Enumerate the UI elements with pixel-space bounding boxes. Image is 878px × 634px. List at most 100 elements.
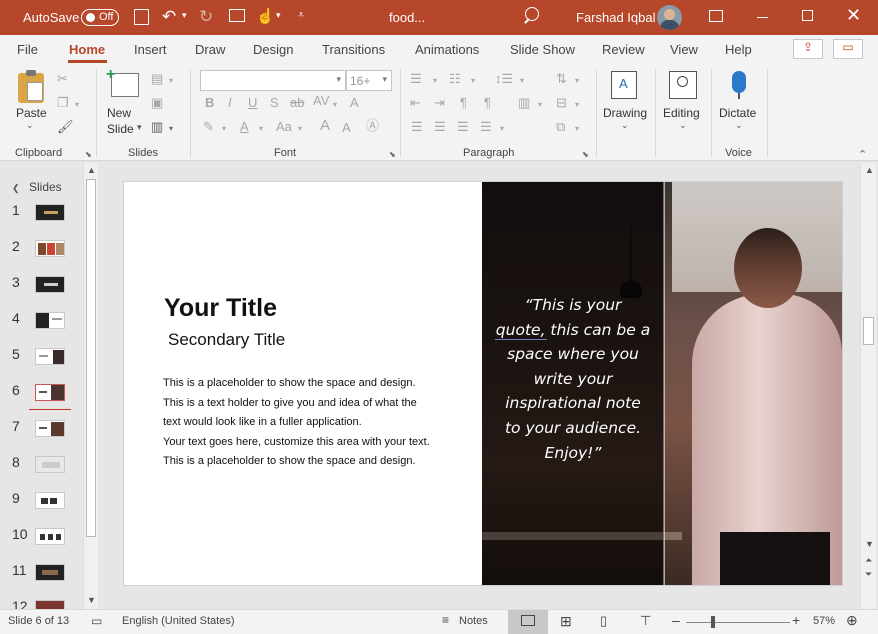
highlight-icon[interactable]: ✎ [203, 120, 214, 134]
character-spacing-dropdown-icon[interactable]: ▾ [333, 98, 337, 112]
slide-thumbnail-9[interactable] [35, 492, 65, 509]
tab-transitions[interactable]: Transitions [322, 42, 385, 57]
avatar[interactable] [657, 5, 682, 30]
maximize-icon[interactable] [802, 10, 813, 21]
paste-dropdown-icon[interactable]: ⌄ [26, 120, 34, 131]
notes-icon[interactable]: ≡ [442, 613, 449, 627]
cut-icon[interactable]: ✂ [57, 72, 68, 86]
zoom-in-button[interactable]: + [792, 612, 800, 628]
redo-icon[interactable]: ↻ [199, 7, 213, 27]
align-left-icon[interactable]: ☰ [411, 120, 423, 134]
notes-button[interactable]: Notes [459, 615, 488, 627]
quote-text[interactable]: “This is your quote, this can be a space… [482, 293, 664, 465]
align-text-dropdown-icon[interactable]: ▾ [575, 98, 579, 112]
drawing-dropdown-icon[interactable]: ⌄ [621, 120, 629, 131]
shadow-icon[interactable]: S [270, 96, 279, 110]
change-case-dropdown-icon[interactable]: ▾ [298, 122, 302, 136]
align-right-icon[interactable]: ☰ [457, 120, 469, 134]
undo-icon[interactable]: ↶ [162, 7, 176, 27]
thumbnail-scroll-thumb[interactable] [86, 179, 96, 537]
fit-to-window-icon[interactable]: ⊕ [846, 612, 858, 629]
section-icon[interactable]: ▥ [151, 120, 163, 134]
clear-formatting-icon[interactable]: A [350, 96, 359, 110]
slide-thumbnail-4[interactable] [35, 312, 65, 329]
slide-show-icon[interactable]: ⊤ [640, 613, 651, 629]
user-name[interactable]: Farshad Iqbal [576, 10, 656, 25]
slide-canvas[interactable]: Your Title Secondary Title This is a pla… [123, 181, 843, 586]
close-icon[interactable]: ✕ [846, 5, 861, 26]
bullets-icon[interactable]: ☰ [410, 72, 422, 86]
slide-title[interactable]: Your Title [164, 294, 277, 323]
slide-thumbnail-8[interactable] [35, 456, 65, 473]
tab-home[interactable]: Home [69, 42, 105, 57]
slide-thumbnail-10[interactable] [35, 528, 65, 545]
paste-button[interactable]: Paste ⌄ [14, 69, 50, 131]
rtl-icon[interactable]: ¶ [484, 96, 491, 110]
copy-icon[interactable]: ❐ [57, 96, 69, 110]
drawing-button[interactable]: A Drawing ⌄ [600, 69, 650, 137]
kitchen-photo[interactable]: “This is your quote, this can be a space… [482, 182, 842, 585]
tab-slide-show[interactable]: Slide Show [510, 42, 575, 57]
tab-draw[interactable]: Draw [195, 42, 225, 57]
text-direction-icon[interactable]: ⇅ [556, 72, 567, 86]
strikethrough-icon[interactable]: ab [290, 96, 304, 110]
font-color-dropdown-icon[interactable]: ▾ [259, 122, 263, 136]
collapse-ribbon-icon[interactable]: ⌃ [858, 148, 867, 162]
decrease-indent-icon[interactable]: ⇤ [410, 96, 421, 110]
reset-icon[interactable]: ▣ [151, 96, 163, 110]
slide-thumbnail-6[interactable] [35, 384, 65, 401]
editing-button[interactable]: Editing ⌄ [660, 69, 706, 137]
thumbnails-collapse-icon[interactable]: ❮ [12, 183, 20, 194]
slide-sorter-icon[interactable]: ⊞ [560, 613, 572, 630]
present-from-start-icon[interactable] [229, 9, 245, 22]
touch-mode-icon[interactable]: ☝ [256, 7, 275, 25]
align-center-icon[interactable]: ☰ [434, 120, 446, 134]
comments-button[interactable]: ▭ [833, 39, 863, 59]
share-button[interactable]: ⇪ [793, 39, 823, 59]
paragraph-launcher-icon[interactable]: ⬊ [582, 148, 589, 162]
scroll-up-icon[interactable]: ▲ [865, 165, 874, 175]
language-status[interactable]: English (United States) [122, 615, 235, 627]
slide-thumbnail-2[interactable] [35, 240, 65, 257]
font-size-combo[interactable]: 16+ ▾ [346, 70, 392, 91]
slide-subtitle[interactable]: Secondary Title [168, 330, 285, 350]
font-launcher-icon[interactable]: ⬊ [389, 148, 396, 162]
tab-review[interactable]: Review [602, 42, 645, 57]
columns-dropdown-icon[interactable]: ▾ [538, 98, 542, 112]
editing-dropdown-icon[interactable]: ⌄ [679, 120, 687, 131]
tab-view[interactable]: View [670, 42, 698, 57]
normal-view-button[interactable] [508, 610, 548, 634]
line-spacing-icon[interactable]: ↕☰ [495, 72, 513, 86]
scroll-down-icon[interactable]: ▼ [865, 539, 874, 549]
font-size-dropdown-icon[interactable]: ▾ [382, 74, 387, 85]
ltr-icon[interactable]: ¶ [460, 96, 467, 110]
dictate-dropdown-icon[interactable]: ⌄ [735, 120, 743, 131]
zoom-out-button[interactable]: – [672, 612, 680, 628]
thumbnail-scrollbar[interactable]: ▲ ▼ [83, 163, 98, 609]
scroll-up-icon[interactable]: ▲ [87, 165, 96, 175]
italic-icon[interactable]: I [228, 96, 232, 110]
undo-dropdown-icon[interactable]: ▾ [182, 10, 187, 21]
next-slide-icon[interactable]: ⏷ [865, 569, 872, 580]
format-painter-icon[interactable]: 🖌 [57, 120, 74, 134]
scroll-down-icon[interactable]: ▼ [87, 595, 96, 605]
copy-dropdown-icon[interactable]: ▾ [75, 98, 79, 112]
ribbon-display-options-icon[interactable] [709, 10, 723, 22]
slide-thumbnail-11[interactable] [35, 564, 65, 581]
zoom-slider-track[interactable] [686, 622, 790, 623]
decrease-font-size-icon[interactable]: A [342, 121, 351, 135]
tab-file[interactable]: File [17, 42, 38, 57]
clipboard-launcher-icon[interactable]: ⬊ [85, 148, 92, 162]
numbering-icon[interactable]: ☷ [449, 72, 461, 86]
justify-icon[interactable]: ☰ [480, 120, 492, 134]
tab-help[interactable]: Help [725, 42, 752, 57]
align-text-icon[interactable]: ⊟ [556, 96, 567, 110]
slide-thumbnail-3[interactable] [35, 276, 65, 293]
reading-view-icon[interactable]: ▯ [600, 613, 607, 629]
zoom-slider-thumb[interactable] [711, 616, 715, 628]
clear-all-formatting-icon[interactable]: Ⓐ [366, 119, 379, 133]
line-spacing-dropdown-icon[interactable]: ▾ [520, 74, 524, 88]
editor-scroll-thumb[interactable] [863, 317, 874, 345]
slide-thumbnail-5[interactable] [35, 348, 65, 365]
editor-scrollbar[interactable]: ▲ ▼ ⏶ ⏷ [860, 163, 876, 609]
